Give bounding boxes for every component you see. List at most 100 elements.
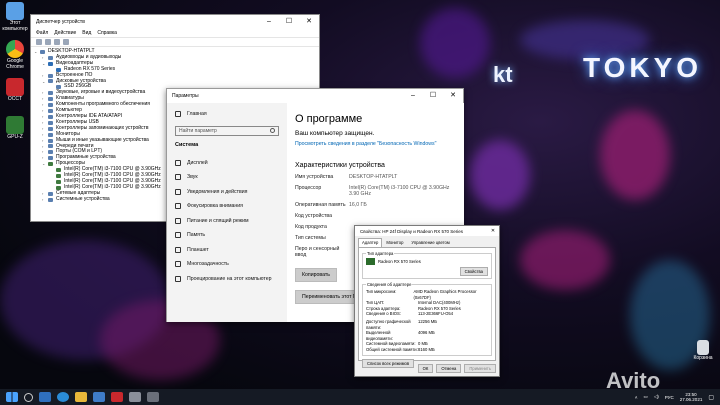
- dialog-title: Свойства: HP 24f Display и Radeon RX 570…: [360, 228, 463, 234]
- help-icon[interactable]: [63, 39, 69, 45]
- close-icon[interactable]: ✕: [487, 226, 499, 236]
- spec-label: Процессор: [295, 184, 322, 191]
- settings-nav: Дисплей Звук Уведомления и действия Фокусир…: [167, 156, 287, 287]
- device-icon: [48, 156, 53, 161]
- device-icon: [48, 138, 53, 143]
- desktop-icon-chrome[interactable]: Google Chrome: [1, 40, 29, 70]
- recycle-bin-icon: [697, 340, 709, 355]
- settings-taskbar-icon[interactable]: [147, 392, 159, 402]
- spec-row: Процессор Intel(R) Core(TM) i3-7100 CPU @…: [295, 185, 456, 197]
- spec-row: Имя устройства DESKTOP-HTATPLT: [295, 174, 456, 180]
- graphics-card-icon: [366, 258, 375, 265]
- home-icon: [175, 111, 181, 118]
- adapter-properties-button[interactable]: Свойства: [459, 267, 488, 276]
- close-icon[interactable]: ✕: [299, 15, 319, 29]
- tab-adapter[interactable]: Адаптер: [358, 238, 383, 247]
- tab-color-management[interactable]: Управление цветом: [407, 238, 453, 247]
- search-placeholder: Найти параметр: [179, 127, 217, 134]
- close-icon[interactable]: ✕: [443, 89, 463, 103]
- menu-file[interactable]: Файл: [36, 30, 48, 36]
- search-icon[interactable]: [24, 392, 33, 402]
- nav-item[interactable]: Многозадачность: [167, 257, 287, 272]
- window-title: Диспетчер устройств: [36, 19, 85, 25]
- menu-action[interactable]: Действие: [54, 30, 76, 36]
- edge-icon[interactable]: [57, 392, 69, 402]
- occt-taskbar-icon[interactable]: [111, 392, 123, 402]
- device-icon: [48, 114, 53, 119]
- desktop-icon-gpuz[interactable]: GPU-Z: [1, 116, 29, 141]
- adapter-type-group: Тип адаптера Radeon RX 570 Series Свойст…: [362, 251, 492, 279]
- menu-help[interactable]: Справка: [97, 30, 117, 36]
- nav-item[interactable]: Проецирование на этот компьютер: [167, 272, 287, 287]
- minimize-icon[interactable]: –: [259, 15, 279, 29]
- device-icon: [48, 144, 53, 149]
- spec-label: Оперативная память: [295, 201, 346, 208]
- nav-item[interactable]: Уведомления и действия: [167, 185, 287, 200]
- forward-icon[interactable]: [45, 39, 51, 45]
- info-label: Сведения о BIOS:: [366, 311, 401, 317]
- language-indicator[interactable]: РУС: [665, 395, 674, 400]
- nav-item[interactable]: Питание и спящий режим: [167, 214, 287, 229]
- volume-icon[interactable]: ◁): [654, 394, 659, 400]
- ok-button[interactable]: ОК: [417, 364, 434, 373]
- task-view-icon[interactable]: [39, 392, 51, 402]
- nav-item[interactable]: Звук: [167, 170, 287, 185]
- adapter-row: Radeon RX 570 Series: [366, 258, 488, 265]
- info-row: Тип микросхем: AMD Radeon Graphics Proces…: [366, 289, 488, 300]
- page-title: О программе: [295, 113, 363, 125]
- list-all-modes-button[interactable]: Список всех режимов: [362, 358, 415, 368]
- chevron-up-icon[interactable]: ˄: [635, 395, 638, 400]
- device-icon: [48, 103, 53, 108]
- clock[interactable]: 23:50 27.06.2021: [680, 392, 703, 403]
- spec-value: [349, 213, 456, 219]
- display-adapter-icon: [48, 61, 53, 66]
- maximize-icon[interactable]: ☐: [423, 89, 443, 103]
- properties-icon[interactable]: [54, 39, 60, 45]
- nav-item-label: Дисплей: [187, 159, 208, 166]
- start-button[interactable]: [6, 392, 18, 402]
- spec-label: Тип системы: [295, 234, 326, 241]
- notifications-icon: [175, 188, 181, 195]
- notifications-icon[interactable]: ▢: [708, 394, 714, 401]
- minimize-icon[interactable]: –: [403, 89, 423, 103]
- menu-view[interactable]: Вид: [82, 30, 91, 36]
- nav-item[interactable]: Дисплей: [167, 156, 287, 171]
- network-icon[interactable]: ▭: [644, 394, 648, 400]
- adapter-info-list: Тип микросхем: AMD Radeon Graphics Proces…: [366, 289, 488, 317]
- desktop-icon-this-pc[interactable]: Этот компьютер: [1, 2, 29, 32]
- computer-icon: [40, 49, 45, 54]
- nav-item[interactable]: Планшет: [167, 243, 287, 258]
- nav-item[interactable]: Память: [167, 228, 287, 243]
- apply-button[interactable]: Применить: [464, 364, 496, 373]
- desktop-icon-recycle-bin[interactable]: Корзина: [688, 340, 718, 362]
- device-tree-label: Системные устройства: [56, 195, 110, 202]
- nav-item[interactable]: Фокусировка внимания: [167, 199, 287, 214]
- device-icon: [48, 109, 53, 114]
- copy-button[interactable]: Копировать: [295, 267, 337, 282]
- display-icon: [175, 159, 181, 166]
- device-manager-taskbar-icon[interactable]: [129, 392, 141, 402]
- spec-label: Имя устройства: [295, 173, 334, 180]
- device-icon: [48, 73, 53, 78]
- desktop-icon-label: Корзина: [693, 355, 713, 361]
- security-link[interactable]: Просмотреть сведения в разделе "Безопасн…: [295, 141, 456, 148]
- nav-home[interactable]: Главная: [167, 107, 287, 122]
- maximize-icon[interactable]: ☐: [279, 15, 299, 29]
- settings-titlebar: Параметры – ☐ ✕: [167, 89, 463, 103]
- spec-label: Код продукта: [295, 223, 327, 230]
- processor-icon: [48, 162, 53, 167]
- store-icon[interactable]: [93, 392, 105, 402]
- toolbar: [31, 38, 319, 47]
- info-label: Общей системной памяти:: [366, 346, 418, 352]
- cancel-button[interactable]: Отмена: [436, 364, 462, 373]
- computer-icon: [6, 2, 24, 20]
- nav-item-label: Память: [187, 232, 206, 239]
- back-icon[interactable]: [36, 39, 42, 45]
- settings-search-input[interactable]: Найти параметр: [175, 125, 279, 136]
- file-explorer-icon[interactable]: [75, 392, 87, 402]
- spec-row: Оперативная память 16,0 ГБ: [295, 202, 456, 208]
- desktop-icon-occt[interactable]: OCCT: [1, 78, 29, 103]
- tab-monitor[interactable]: Монитор: [382, 238, 407, 247]
- device-icon: [48, 191, 53, 196]
- spec-value: 16,0 ГБ: [349, 201, 367, 208]
